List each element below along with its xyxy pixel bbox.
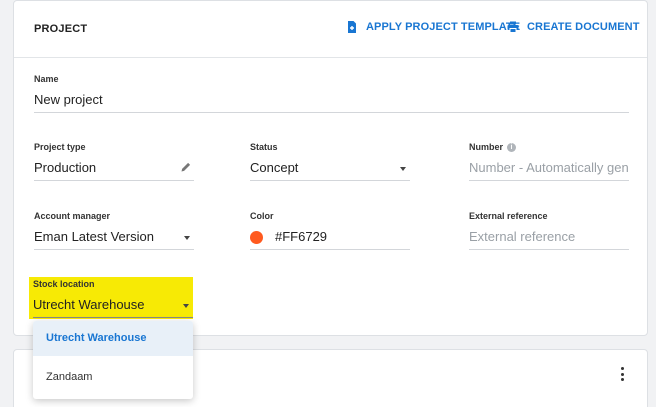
color-label: Color [250, 211, 274, 221]
account-manager-label: Account manager [34, 211, 111, 221]
external-reference-field: External reference External reference [469, 211, 629, 251]
number-label: Number [469, 142, 504, 152]
color-field: Color #FF6729 [250, 211, 410, 251]
stock-location-field: Stock location Utrecht Warehouse [33, 279, 193, 319]
stock-location-select[interactable]: Utrecht Warehouse [33, 293, 193, 318]
status-label: Status [250, 142, 278, 152]
stock-location-value: Utrecht Warehouse [33, 297, 145, 312]
color-swatch[interactable] [250, 231, 263, 244]
create-document-button[interactable]: CREATE DOCUMENT [506, 20, 640, 34]
name-label: Name [34, 74, 59, 84]
project-type-value: Production [34, 160, 97, 175]
name-field: Name New project [34, 74, 629, 114]
chevron-down-icon [400, 167, 406, 171]
stock-location-label: Stock location [33, 279, 95, 289]
create-document-label: CREATE DOCUMENT [527, 21, 640, 33]
pencil-icon[interactable] [180, 161, 192, 173]
project-type-input[interactable]: Production [34, 156, 194, 181]
project-type-label: Project type [34, 142, 86, 152]
project-type-field: Project type Production [34, 142, 194, 182]
dropdown-option-zandaam[interactable]: Zandaam [33, 360, 193, 395]
printer-icon [507, 21, 519, 33]
number-label-wrap: Number i [469, 142, 629, 152]
dropdown-option-utrecht-warehouse[interactable]: Utrecht Warehouse [33, 321, 193, 356]
external-reference-input[interactable]: External reference [469, 225, 629, 250]
color-input[interactable]: #FF6729 [250, 225, 410, 250]
template-doc-icon [348, 21, 356, 33]
apply-project-template-button[interactable]: APPLY PROJECT TEMPLATE [345, 20, 520, 34]
card-header: PROJECT APPLY PROJECT TEMPLATE CREATE DO… [14, 1, 647, 58]
number-field: Number i Number - Automatically gene [469, 142, 629, 182]
card-title: PROJECT [34, 23, 88, 35]
account-manager-select[interactable]: Eman Latest Version [34, 225, 194, 250]
status-value: Concept [250, 160, 299, 175]
color-value: #FF6729 [275, 229, 328, 244]
apply-project-template-label: APPLY PROJECT TEMPLATE [366, 21, 521, 33]
more-options-icon[interactable] [621, 367, 625, 381]
chevron-down-icon [183, 304, 189, 308]
status-field: Status Concept [250, 142, 410, 182]
external-reference-label: External reference [469, 211, 548, 221]
stock-location-dropdown: Utrecht Warehouse Zandaam [33, 321, 193, 399]
account-manager-value: Eman Latest Version [34, 229, 154, 244]
name-input[interactable]: New project [34, 88, 629, 113]
account-manager-field: Account manager Eman Latest Version [34, 211, 194, 251]
chevron-down-icon [184, 236, 190, 240]
number-input[interactable]: Number - Automatically gene [469, 156, 629, 181]
info-icon[interactable]: i [507, 142, 517, 152]
status-select[interactable]: Concept [250, 156, 410, 181]
